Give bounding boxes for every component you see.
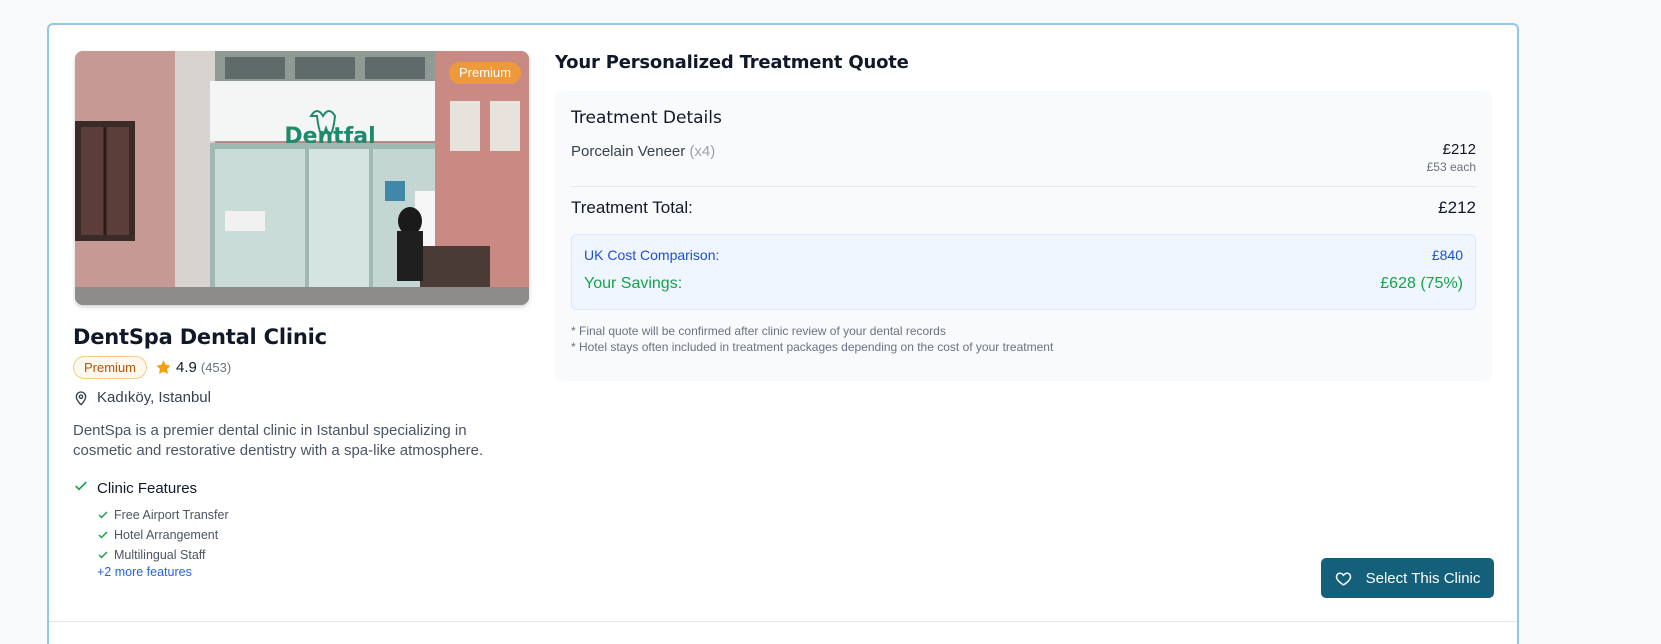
- feature-item: Multilingual Staff: [97, 545, 229, 565]
- treatment-details-title: Treatment Details: [571, 108, 722, 128]
- heart-icon: [1335, 570, 1352, 587]
- clinic-photo: Dentfal Premium: [75, 51, 529, 305]
- select-clinic-label: Select This Clinic: [1365, 569, 1481, 587]
- feature-item: Hotel Arrangement: [97, 525, 229, 545]
- check-icon: [97, 529, 109, 541]
- uk-cost-value: £840: [1431, 247, 1463, 263]
- features-header: Clinic Features: [73, 480, 197, 497]
- treatment-line-name: Porcelain Veneer (x4): [571, 143, 715, 160]
- treatment-total-label: Treatment Total:: [571, 198, 693, 217]
- feature-list: Free Airport Transfer Hotel Arrangement …: [97, 505, 229, 565]
- savings-value: £628 (75%): [1380, 275, 1463, 292]
- star-icon: [155, 359, 172, 376]
- feature-label: Multilingual Staff: [114, 548, 206, 562]
- clinic-card: Dentfal Premium DentSpa Dental Clinic Pr…: [47, 23, 1519, 644]
- rating-value: 4.9: [176, 358, 197, 376]
- check-icon: [73, 478, 89, 494]
- feature-label: Free Airport Transfer: [114, 508, 229, 522]
- location-text: Kadıköy, Istanbul: [97, 389, 211, 406]
- select-clinic-button[interactable]: Select This Clinic: [1321, 558, 1494, 598]
- check-icon: [97, 509, 109, 521]
- card-divider: [49, 621, 1517, 622]
- treatment-line-price: £212: [1442, 141, 1476, 158]
- premium-badge: Premium: [73, 355, 148, 379]
- feature-label: Hotel Arrangement: [114, 528, 219, 542]
- clinic-description: DentSpa is a premier dental clinic in Is…: [73, 422, 484, 459]
- clinic-location: Kadıköy, Istanbul: [73, 389, 211, 406]
- quote-divider: [571, 186, 1476, 187]
- uk-comparison-panel: UK Cost Comparison: £840 Your Savings: £…: [571, 234, 1476, 310]
- quote-panel: Treatment Details Porcelain Veneer (x4) …: [555, 91, 1492, 381]
- uk-cost-label: UK Cost Comparison:: [584, 247, 720, 263]
- map-pin-icon: [73, 390, 89, 406]
- treatment-quantity: (x4): [689, 143, 716, 160]
- treatment-name: Porcelain Veneer: [571, 143, 686, 160]
- quote-note: * Final quote will be confirmed after cl…: [571, 324, 946, 338]
- premium-image-badge: Premium: [448, 62, 521, 84]
- feature-item: Free Airport Transfer: [97, 505, 229, 525]
- clinic-storefront-image: Dentfal: [75, 51, 529, 305]
- clinic-meta: Premium 4.9 (453): [73, 355, 231, 379]
- clinic-name: DentSpa Dental Clinic: [73, 325, 327, 349]
- more-features-link[interactable]: +2 more features: [97, 565, 192, 579]
- features-title: Clinic Features: [97, 480, 198, 497]
- treatment-unit-price: £53 each: [1426, 160, 1476, 174]
- quote-note: * Hotel stays often included in treatmen…: [571, 340, 1054, 354]
- treatment-total-value: £212: [1438, 198, 1476, 217]
- check-icon: [97, 549, 109, 561]
- quote-title: Your Personalized Treatment Quote: [555, 52, 909, 73]
- review-count: (453): [200, 359, 232, 375]
- savings-label: Your Savings:: [584, 275, 683, 292]
